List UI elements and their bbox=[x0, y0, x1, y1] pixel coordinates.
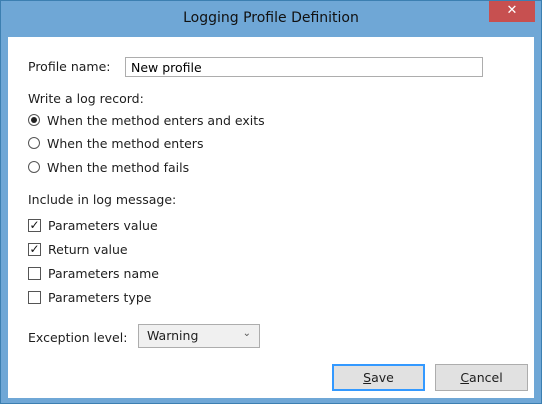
radio-label: When the method enters bbox=[47, 135, 204, 151]
exception-level-value: Warning bbox=[147, 328, 199, 343]
checkbox-label: Parameters type bbox=[48, 289, 152, 305]
checkbox-label: Parameters value bbox=[48, 217, 158, 233]
radio-unselected-icon[interactable] bbox=[28, 137, 40, 149]
dialog-body: Profile name: Write a log record: When t… bbox=[8, 37, 534, 398]
checkbox-checked-icon[interactable]: ✓ bbox=[28, 242, 41, 256]
radio-enters[interactable]: When the method enters bbox=[28, 134, 203, 152]
save-button[interactable]: Save bbox=[332, 364, 425, 391]
checkbox-checked-icon[interactable]: ✓ bbox=[28, 218, 41, 232]
close-button[interactable]: ✕ bbox=[489, 1, 535, 22]
cancel-accelerator: C bbox=[460, 370, 470, 385]
chevron-down-icon: ⌄ bbox=[242, 328, 251, 339]
checkbox-label: Parameters name bbox=[48, 265, 159, 281]
save-label: ave bbox=[371, 370, 394, 385]
save-accelerator: S bbox=[363, 370, 372, 385]
cancel-label: ancel bbox=[469, 370, 503, 385]
checkbox-parameters-name[interactable]: Parameters name bbox=[28, 264, 159, 282]
profile-name-label: Profile name: bbox=[28, 59, 111, 74]
radio-label: When the method fails bbox=[47, 159, 190, 175]
checkbox-unchecked-icon[interactable] bbox=[28, 266, 41, 280]
exception-level-select[interactable]: Warning ⌄ bbox=[138, 324, 260, 348]
checkbox-parameters-value[interactable]: ✓ Parameters value bbox=[28, 216, 158, 234]
checkbox-return-value[interactable]: ✓ Return value bbox=[28, 240, 128, 258]
radio-unselected-icon[interactable] bbox=[28, 161, 40, 173]
title-bar[interactable]: Logging Profile Definition ✕ bbox=[1, 1, 541, 37]
cancel-button[interactable]: Cancel bbox=[435, 364, 528, 391]
checkbox-label: Return value bbox=[48, 241, 128, 257]
checkbox-unchecked-icon[interactable] bbox=[28, 290, 41, 304]
radio-fails[interactable]: When the method fails bbox=[28, 158, 189, 176]
close-icon: ✕ bbox=[506, 3, 518, 18]
profile-name-input[interactable] bbox=[125, 57, 483, 77]
radio-selected-icon[interactable] bbox=[28, 114, 40, 126]
window-title: Logging Profile Definition bbox=[183, 10, 359, 26]
dialog-window: Logging Profile Definition ✕ Profile nam… bbox=[0, 0, 542, 404]
radio-enters-and-exits[interactable]: When the method enters and exits bbox=[28, 111, 265, 129]
exception-level-label: Exception level: bbox=[28, 330, 128, 345]
log-record-label: Write a log record: bbox=[28, 91, 144, 106]
include-label: Include in log message: bbox=[28, 192, 177, 207]
checkbox-parameters-type[interactable]: Parameters type bbox=[28, 288, 151, 306]
radio-label: When the method enters and exits bbox=[47, 112, 265, 128]
